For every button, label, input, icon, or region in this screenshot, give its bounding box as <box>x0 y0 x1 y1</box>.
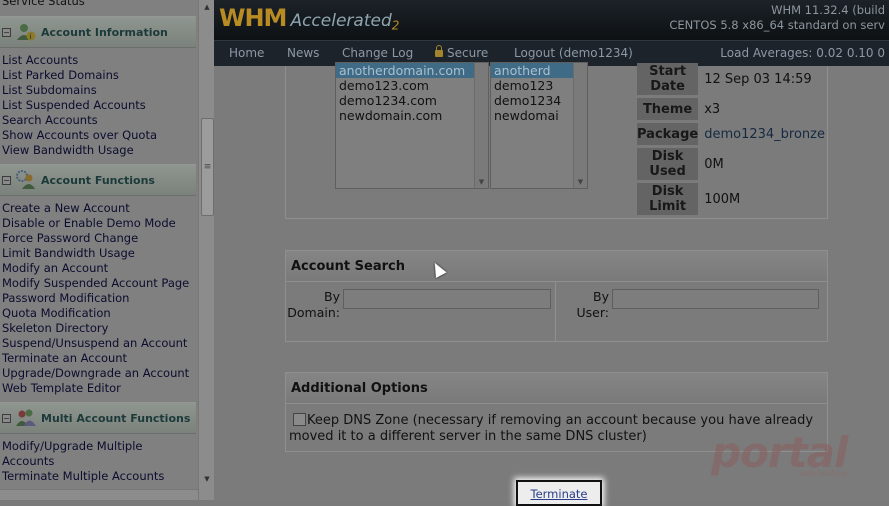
group-title: Account Functions <box>41 173 155 187</box>
lock-icon <box>435 45 443 57</box>
sidebar-link[interactable]: Terminate an Account <box>2 351 189 366</box>
logo-row: WHM Accelerated2 WHM 11.32.4 (build CENTO… <box>214 0 889 40</box>
sidebar-scrollbar[interactable]: ▲ ≡ ▼ <box>198 0 214 500</box>
info-value: x3 <box>704 101 721 117</box>
sidebar-link[interactable]: Skeleton Directory <box>2 321 189 336</box>
sidebar-link[interactable]: Accounts <box>2 454 164 469</box>
domain-select-list[interactable]: anotherdomain.com demo123.com demo1234.c… <box>335 62 489 189</box>
sidebar-link[interactable]: Terminate Multiple Accounts <box>2 469 164 484</box>
sidebar-link[interactable]: Modify an Account <box>2 261 189 276</box>
info-key: Disk Limit <box>637 183 699 215</box>
group-title: Multi Account Functions <box>41 411 191 425</box>
sidebar-link[interactable]: Quota Modification <box>2 306 189 321</box>
collapse-icon[interactable]: − <box>2 175 11 185</box>
sidebar: Service Status − i Account Information L… <box>0 0 214 500</box>
watermark-subtext: web hosting <box>798 469 848 478</box>
domain-search-input[interactable] <box>343 289 551 309</box>
sidebar-link[interactable]: Limit Bandwidth Usage <box>2 246 189 261</box>
list-option[interactable]: demo123.com <box>336 78 488 93</box>
nav-change-log[interactable]: Change Log <box>342 46 413 60</box>
chevron-down-icon[interactable]: ▼ <box>574 178 587 186</box>
sidebar-link[interactable]: Suspend/Unsuspend an Account <box>2 336 189 351</box>
divider <box>555 282 556 341</box>
sidebar-link[interactable]: Create a New Account <box>2 201 189 216</box>
scroll-down-icon[interactable]: ▼ <box>199 472 214 486</box>
sidebar-link[interactable]: List Suspended Accounts <box>2 98 157 113</box>
nav-news[interactable]: News <box>287 46 319 60</box>
info-key: Start Date <box>637 63 699 95</box>
svg-text:i: i <box>30 33 32 41</box>
info-value: 100M <box>704 191 741 207</box>
nav-secure-label: Secure <box>447 46 489 60</box>
info-key: Theme <box>637 98 699 120</box>
sidebar-link-service-status[interactable]: Service Status <box>2 0 85 8</box>
nav-secure[interactable]: Secure <box>435 45 489 60</box>
watermark: portal web hosting <box>711 428 848 478</box>
info-value: 12 Sep 03 14:59 <box>704 71 812 87</box>
sidebar-link[interactable]: Web Template Editor <box>2 381 189 396</box>
sidebar-link[interactable]: Modify Suspended Account Page <box>2 276 189 291</box>
info-key: Package <box>637 123 699 145</box>
sidebar-link[interactable]: Disable or Enable Demo Mode <box>2 216 189 231</box>
version-line: WHM 11.32.4 (build <box>771 3 885 17</box>
os-line: CENTOS 5.8 x86_64 standard on serv <box>669 18 885 32</box>
group-header-account-functions[interactable]: − Account Functions <box>0 164 196 196</box>
user-gear-icon <box>16 170 36 190</box>
sidebar-link[interactable]: Search Accounts <box>2 113 157 128</box>
nav-home[interactable]: Home <box>229 46 264 60</box>
sidebar-horizontal-scrollbar[interactable] <box>0 489 198 500</box>
user-search-input[interactable] <box>612 289 819 309</box>
list-scrollbar[interactable]: ▼ <box>474 63 488 188</box>
logo-whm: WHM <box>219 4 287 32</box>
header: WHM Accelerated2 WHM 11.32.4 (build CENTO… <box>214 0 889 67</box>
account-search-section: Account Search By Domain: By User: <box>285 250 828 342</box>
section-title: Account Search <box>286 251 827 282</box>
user-info-icon: i <box>16 22 36 42</box>
list-option[interactable]: anotherdomain.com <box>336 63 488 78</box>
list-option[interactable]: newdomain.com <box>336 108 488 123</box>
group-title: Account Information <box>41 25 168 39</box>
sidebar-link[interactable]: View Bandwidth Usage <box>2 143 157 158</box>
sidebar-link[interactable]: Modify/Upgrade Multiple <box>2 439 164 454</box>
main-content: anotherdomain.com demo123.com demo1234.c… <box>214 62 889 506</box>
chevron-down-icon[interactable]: ▼ <box>475 178 488 186</box>
collapse-icon[interactable]: − <box>2 413 11 423</box>
group-header-multi-account-functions[interactable]: − Multi Account Functions <box>0 402 196 434</box>
package-link[interactable]: demo1234_bronze <box>701 123 825 145</box>
sidebar-link[interactable]: Upgrade/Downgrade an Account <box>2 366 189 381</box>
sidebar-link[interactable]: List Subdomains <box>2 83 157 98</box>
whm-logo[interactable]: WHM Accelerated2 <box>219 4 399 32</box>
multi-account-links: Modify/Upgrade Multiple Accounts Termina… <box>2 439 164 484</box>
by-user-label: By User: <box>576 289 609 320</box>
scroll-up-icon[interactable]: ▲ <box>199 0 214 14</box>
collapse-icon[interactable]: − <box>2 27 11 37</box>
sidebar-link[interactable]: List Parked Domains <box>2 68 157 83</box>
by-domain-label: By Domain: <box>287 289 340 320</box>
logo-num: 2 <box>391 18 400 33</box>
account-info-table: Start Date 12 Sep 03 14:59 Theme x3 Packag… <box>634 60 828 218</box>
terminate-button[interactable]: Terminate <box>516 480 602 506</box>
load-averages: Load Averages: 0.02 0.10 0 <box>720 46 885 60</box>
user-select-list[interactable]: anotherd demo123 demo1234 newdomai ▼ <box>490 62 588 189</box>
scroll-thumb[interactable]: ≡ <box>201 118 214 216</box>
sidebar-link[interactable]: List Accounts <box>2 53 157 68</box>
sidebar-link[interactable]: Show Accounts over Quota <box>2 128 157 143</box>
account-functions-links: Create a New Account Disable or Enable D… <box>2 201 189 396</box>
sidebar-link[interactable]: Force Password Change <box>2 231 189 246</box>
group-header-account-information[interactable]: − i Account Information <box>0 16 196 48</box>
users-icon <box>16 408 36 428</box>
sidebar-link[interactable]: Password Modification <box>2 291 189 306</box>
section-title: Additional Options <box>286 373 827 404</box>
server-info: WHM 11.32.4 (build CENTOS 5.8 x86_64 sta… <box>669 3 885 33</box>
list-option[interactable]: demo1234.com <box>336 93 488 108</box>
list-scrollbar[interactable]: ▼ <box>573 63 587 188</box>
info-value: 0M <box>704 156 724 172</box>
nav-logout[interactable]: Logout (demo1234) <box>514 46 633 60</box>
info-key: Disk Used <box>637 148 699 180</box>
logo-accelerated: Accelerated <box>290 11 392 31</box>
account-information-links: List Accounts List Parked Domains List S… <box>2 53 157 158</box>
